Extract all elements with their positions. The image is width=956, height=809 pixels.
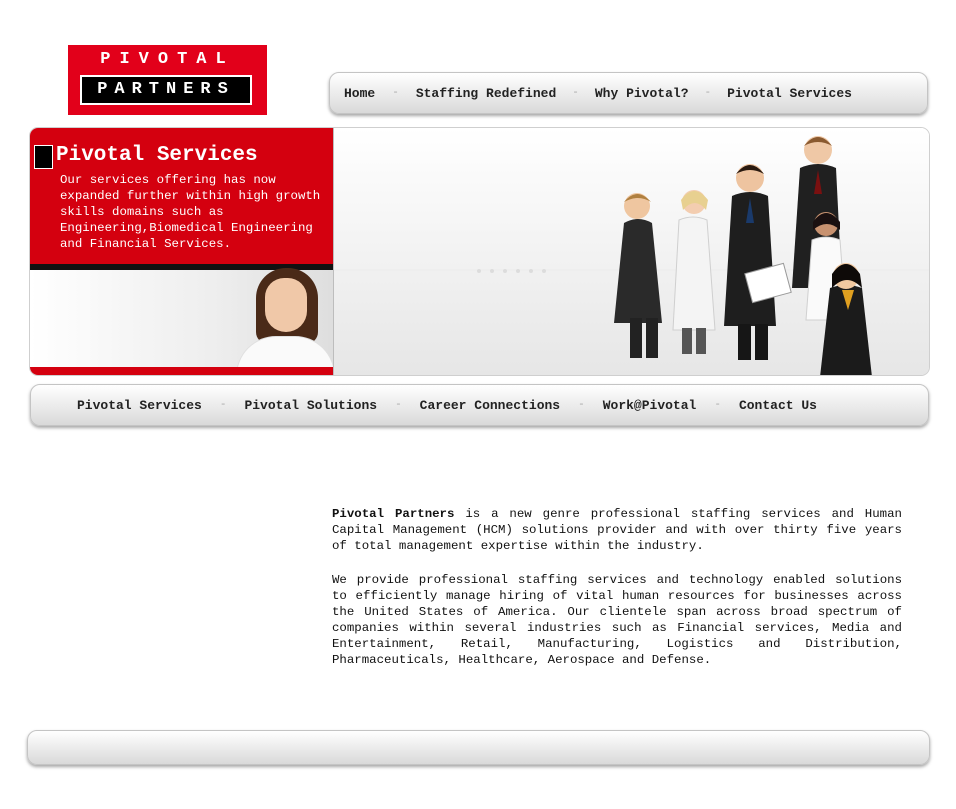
- nav-separator: -: [578, 399, 585, 411]
- nav-pivotal-solutions[interactable]: Pivotal Solutions: [244, 398, 377, 413]
- nav-home[interactable]: Home: [344, 86, 375, 101]
- top-navigation-bar: Home - Staffing Redefined - Why Pivotal?…: [329, 72, 928, 114]
- hero-banner: Pivotal Services Our services offering h…: [29, 127, 930, 376]
- company-name: Pivotal Partners: [332, 507, 455, 521]
- business-team-photo: [334, 128, 929, 375]
- main-content: Pivotal Partners is a new genre professi…: [332, 506, 902, 686]
- pivotal-partners-logo[interactable]: PIVOTAL PARTNERS: [68, 45, 267, 115]
- nav-pivotal-services[interactable]: Pivotal Services: [77, 398, 202, 413]
- hero-square-bullet: [34, 145, 53, 169]
- secondary-navigation-bar: Pivotal Services - Pivotal Solutions - C…: [30, 384, 929, 426]
- hero-description: Our services offering has now expanded f…: [60, 173, 321, 251]
- intro-paragraph: Pivotal Partners is a new genre professi…: [332, 506, 902, 554]
- nav-separator: -: [392, 87, 399, 99]
- nav-contact-us[interactable]: Contact Us: [739, 398, 817, 413]
- hero-red-panel: Pivotal Services Our services offering h…: [30, 128, 333, 264]
- nav-work-at-pivotal[interactable]: Work@Pivotal: [603, 398, 697, 413]
- nav-separator: -: [395, 399, 402, 411]
- logo-line-pivotal: PIVOTAL: [100, 50, 235, 69]
- nav-separator: -: [704, 87, 712, 99]
- nav-separator: -: [219, 399, 227, 411]
- nav-pivotal-services[interactable]: Pivotal Services: [727, 86, 852, 101]
- hero-title: Pivotal Services: [56, 144, 258, 167]
- nav-separator: -: [572, 87, 579, 99]
- hero-red-bottom-strip: [30, 367, 333, 375]
- nav-staffing-redefined[interactable]: Staffing Redefined: [416, 86, 556, 101]
- nav-separator: -: [714, 399, 721, 411]
- footer-bar: [27, 730, 930, 765]
- business-team-illustration: [334, 128, 929, 375]
- nav-career-connections[interactable]: Career Connections: [420, 398, 560, 413]
- services-paragraph: We provide professional staffing service…: [332, 573, 902, 667]
- nav-why-pivotal[interactable]: Why Pivotal?: [595, 86, 689, 101]
- portrait-face: [265, 278, 307, 332]
- logo-black-box: PARTNERS: [80, 75, 252, 105]
- logo-line-partners: PARTNERS: [97, 80, 235, 99]
